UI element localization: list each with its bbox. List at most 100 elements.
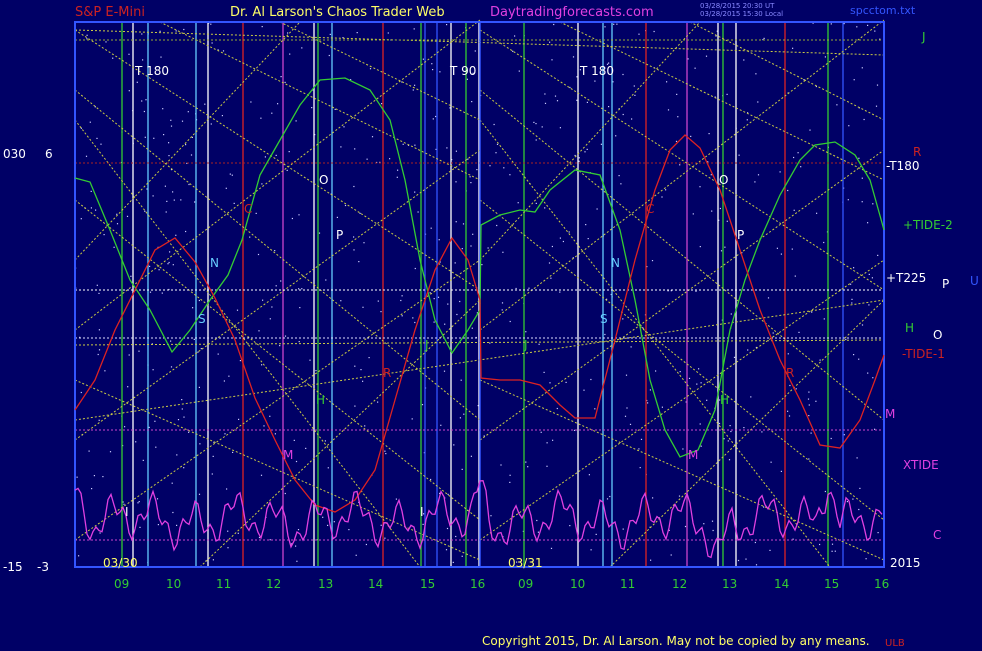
planet-h-1: H xyxy=(316,393,326,407)
planet-c-2: C xyxy=(646,202,655,216)
background-dot xyxy=(137,502,139,504)
background-dot xyxy=(622,318,624,320)
background-dot xyxy=(159,30,161,32)
background-dot xyxy=(284,81,286,83)
scale-bottom-a: -15 xyxy=(3,560,23,574)
background-dot xyxy=(225,187,227,189)
background-dot xyxy=(692,213,694,215)
background-dot xyxy=(354,148,356,150)
background-dot xyxy=(354,405,356,407)
background-dot xyxy=(167,263,169,265)
background-dot xyxy=(463,413,465,415)
background-dot xyxy=(340,300,342,302)
projection-line xyxy=(74,149,481,441)
planet-j-2: J xyxy=(524,338,528,352)
background-dot xyxy=(271,112,273,114)
planet-n-2: N xyxy=(611,256,620,270)
background-dot xyxy=(269,539,271,541)
day-label-1: 03/30 xyxy=(103,556,138,570)
background-dot xyxy=(324,440,326,442)
background-dot xyxy=(138,350,140,352)
background-dot xyxy=(91,488,93,490)
background-dot xyxy=(550,277,552,279)
scale-top-b: 6 xyxy=(45,147,53,161)
background-dot xyxy=(711,520,714,522)
background-dot xyxy=(549,382,551,384)
x-tick: 16 xyxy=(470,577,486,591)
background-dot xyxy=(754,541,756,544)
background-dot xyxy=(761,431,763,433)
background-dot xyxy=(298,214,300,216)
planet-i-2: I xyxy=(420,505,424,519)
background-dot xyxy=(127,386,129,388)
timestamp-local: 03/28/2015 15:30 Local xyxy=(700,10,784,18)
background-dot xyxy=(708,133,710,135)
planet-i-1: I xyxy=(125,505,129,519)
background-dot xyxy=(414,321,416,324)
background-dot xyxy=(861,324,864,326)
background-dot xyxy=(726,93,728,95)
background-dot xyxy=(638,448,640,450)
background-dot xyxy=(787,353,789,355)
background-dot xyxy=(776,247,778,249)
background-dot xyxy=(325,279,327,281)
background-dot xyxy=(185,230,187,233)
background-dot xyxy=(447,303,449,305)
background-dot xyxy=(559,291,561,293)
background-dot xyxy=(98,419,100,421)
x-tick: 14 xyxy=(368,577,384,591)
background-dot xyxy=(587,238,589,240)
background-dot xyxy=(181,120,184,122)
background-dot xyxy=(795,388,797,390)
background-dot xyxy=(553,23,555,26)
background-dot xyxy=(96,284,98,286)
background-dot xyxy=(755,73,757,75)
background-dot xyxy=(720,250,723,252)
background-dot xyxy=(261,26,263,28)
background-dot xyxy=(509,474,511,476)
background-dot xyxy=(274,250,276,252)
background-dot xyxy=(489,165,491,167)
background-dot xyxy=(229,173,231,175)
background-dot xyxy=(867,24,869,26)
background-dot xyxy=(135,441,137,443)
background-dot xyxy=(525,461,527,463)
background-dot xyxy=(620,183,622,185)
background-dot xyxy=(556,100,559,102)
background-dot xyxy=(443,370,446,372)
background-dot xyxy=(198,386,200,388)
background-dot xyxy=(164,185,166,187)
background-dot xyxy=(793,156,795,159)
background-dot xyxy=(354,365,356,367)
x-tick: 13 xyxy=(318,577,334,591)
background-dot xyxy=(676,93,678,95)
x-tick: 15 xyxy=(420,577,436,591)
day-label-2: 03/31 xyxy=(508,556,543,570)
background-dot xyxy=(858,508,860,511)
background-dot xyxy=(711,210,713,212)
background-dot xyxy=(655,370,657,372)
background-dot xyxy=(565,381,567,383)
background-dot xyxy=(496,224,498,227)
background-dot xyxy=(170,340,172,342)
background-dot xyxy=(141,100,143,102)
background-dot xyxy=(503,167,505,169)
background-dot xyxy=(476,169,478,171)
background-dot xyxy=(430,227,432,229)
chart-plot xyxy=(74,19,885,568)
background-dot xyxy=(546,465,548,467)
background-dot xyxy=(746,119,748,121)
background-dot xyxy=(608,106,610,108)
background-dot xyxy=(754,181,756,183)
planet-m-1: M xyxy=(283,448,294,462)
background-dot xyxy=(315,370,317,372)
x-tick: 15 xyxy=(824,577,840,591)
background-dot xyxy=(808,404,810,406)
background-dot xyxy=(538,343,540,345)
background-dot xyxy=(535,123,537,125)
background-dot xyxy=(546,442,548,444)
right-label-j: J xyxy=(922,30,926,44)
background-dot xyxy=(633,85,635,87)
background-dot xyxy=(791,248,793,250)
projection-line xyxy=(479,21,701,261)
